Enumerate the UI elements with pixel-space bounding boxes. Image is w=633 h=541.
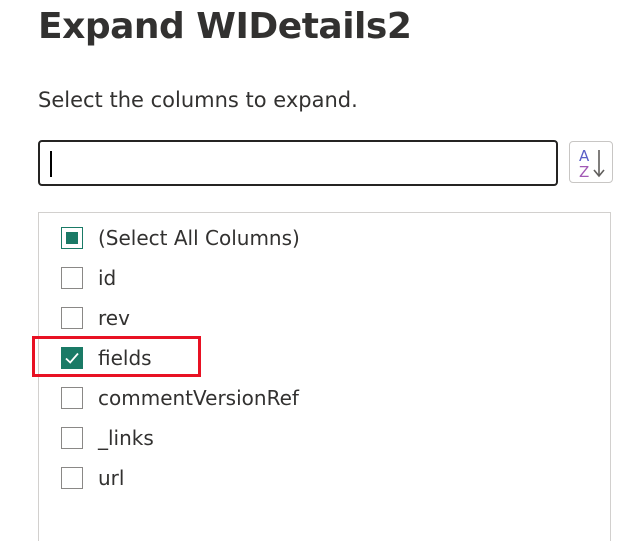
column-option-id[interactable]: id [61, 262, 116, 294]
column-label: _links [98, 426, 154, 450]
expand-dialog: Expand WIDetails2 Select the columns to … [0, 0, 633, 541]
checkbox-fields[interactable] [61, 347, 83, 369]
search-field[interactable] [38, 140, 558, 186]
column-list[interactable]: (Select All Columns) id rev fields comme… [38, 212, 611, 541]
checkbox-links[interactable] [61, 427, 83, 449]
checkmark-icon [65, 352, 79, 364]
column-option-fields[interactable]: fields [61, 342, 152, 374]
sort-az-icon: A Z [579, 147, 605, 180]
column-option-select-all[interactable]: (Select All Columns) [61, 222, 300, 254]
search-input[interactable] [40, 142, 556, 184]
column-label: rev [98, 306, 130, 330]
column-option-rev[interactable]: rev [61, 302, 130, 334]
checkbox-id[interactable] [61, 267, 83, 289]
column-label: id [98, 266, 117, 290]
column-label: (Select All Columns) [98, 226, 300, 250]
checkbox-select-all[interactable] [61, 227, 83, 249]
checkbox-commentversionref[interactable] [61, 387, 83, 409]
text-caret [50, 151, 52, 177]
column-label: fields [98, 346, 152, 370]
checkbox-rev[interactable] [61, 307, 83, 329]
checkbox-url[interactable] [61, 467, 83, 489]
dialog-subtitle: Select the columns to expand. [38, 88, 358, 112]
sort-icon-letter-z: Z [579, 163, 589, 180]
column-label: commentVersionRef [98, 386, 299, 410]
column-label: url [98, 466, 125, 490]
column-option-url[interactable]: url [61, 462, 124, 494]
column-option-links[interactable]: _links [61, 422, 154, 454]
sort-ascending-button[interactable]: A Z [569, 141, 613, 183]
column-option-commentversionref[interactable]: commentVersionRef [61, 382, 299, 414]
dialog-title: Expand WIDetails2 [38, 6, 412, 47]
